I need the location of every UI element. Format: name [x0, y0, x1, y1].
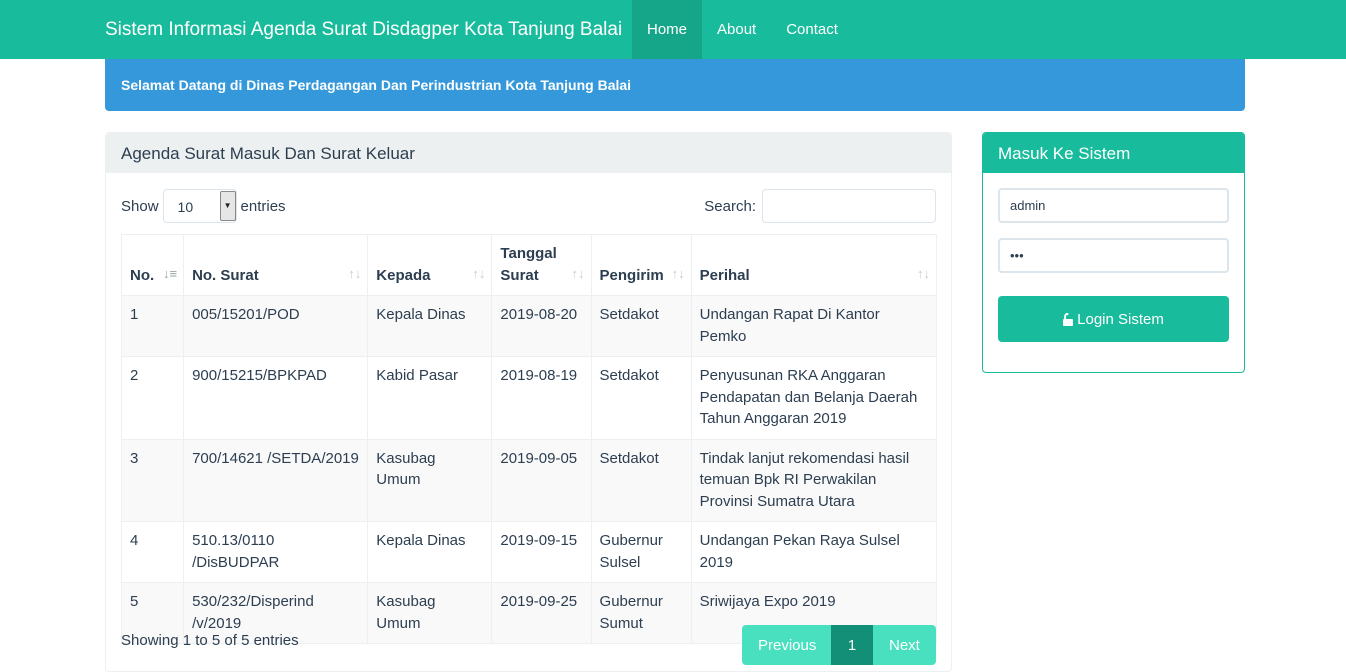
cell-kepada: Kasubag Umum: [367, 438, 493, 522]
col-header-kepada[interactable]: Kepada ↑↓: [367, 234, 493, 296]
cell-no-surat: 005/15201/POD: [183, 295, 369, 357]
col-header-no-surat[interactable]: No. Surat ↑↓: [183, 234, 369, 296]
login-button-label: Login Sistem: [1077, 310, 1164, 328]
nav-contact[interactable]: Contact: [771, 0, 853, 59]
cell-pengirim: Gubernur Sumut: [590, 582, 692, 644]
page-length-value: 10: [177, 199, 194, 215]
col-header-no-label: No.: [130, 266, 155, 284]
cell-tanggal: 2019-09-05: [491, 438, 592, 522]
cell-no: 2: [120, 356, 185, 440]
table-row: 2 900/15215/BPKPAD Kabid Pasar 2019-08-1…: [120, 356, 938, 440]
col-header-perihal[interactable]: Perihal ↑↓: [690, 234, 938, 296]
search-label: Search:: [704, 197, 756, 215]
login-button[interactable]: Login Sistem: [998, 296, 1229, 342]
cell-tanggal: 2019-09-15: [491, 521, 592, 583]
navbar: Sistem Informasi Agenda Surat Disdagper …: [0, 0, 1346, 59]
cell-kepada: Kasubag Umum: [367, 582, 493, 644]
col-header-perihal-label: Perihal: [699, 266, 750, 284]
col-header-pengirim-label: Pengirim: [599, 266, 664, 284]
table-header-row: No. ↓≡ No. Surat ↑↓ Kepada ↑↓ Tanggal Surat…: [120, 234, 938, 296]
cell-pengirim: Gubernur Sulsel: [590, 521, 692, 583]
cell-no: 3: [120, 438, 185, 522]
nav-home[interactable]: Home: [632, 0, 703, 59]
cell-tanggal: 2019-09-25: [491, 582, 592, 644]
sort-icon: ↑↓: [348, 265, 362, 281]
cell-pengirim: Setdakot: [590, 295, 692, 357]
table-row: 3 700/14621 /SETDA/2019 Kasubag Umum 201…: [120, 438, 938, 522]
cell-no: 4: [120, 521, 185, 583]
col-header-tanggal-label: Tanggal Surat: [500, 245, 557, 284]
navbar-brand[interactable]: Sistem Informasi Agenda Surat Disdagper …: [105, 0, 622, 59]
show-label: Show: [121, 197, 159, 215]
cell-tanggal: 2019-08-20: [491, 295, 592, 357]
table-row: 1 005/15201/POD Kepala Dinas 2019-08-20 …: [120, 295, 938, 357]
table-row: 4 510.13/0110 /DisBUDPAR Kepala Dinas 20…: [120, 521, 938, 583]
cell-kepada: Kepala Dinas: [367, 521, 493, 583]
login-panel: Masuk Ke Sistem Login Sistem: [982, 132, 1245, 373]
dropdown-caret-icon[interactable]: ▼: [219, 191, 236, 221]
cell-perihal: Undangan Rapat Di Kantor Pemko: [690, 295, 938, 357]
pagination: Previous 1 Next: [742, 625, 936, 665]
agenda-table: No. ↓≡ No. Surat ↑↓ Kepada ↑↓ Tanggal Surat…: [120, 234, 938, 644]
sort-icon: ↑↓: [571, 265, 585, 281]
sort-asc-icon: ↓≡: [162, 265, 178, 281]
sort-icon: ↑↓: [917, 265, 930, 281]
page-length-select[interactable]: 10 ▼: [162, 189, 237, 223]
password-input[interactable]: [998, 238, 1229, 273]
table-search: Search:: [704, 189, 936, 223]
agenda-panel-title: Agenda Surat Masuk Dan Surat Keluar: [106, 133, 951, 173]
cell-pengirim: Setdakot: [590, 438, 692, 522]
col-header-pengirim[interactable]: Pengirim ↑↓: [590, 234, 692, 296]
cell-kepada: Kepala Dinas: [367, 295, 493, 357]
cell-perihal: Undangan Pekan Raya Sulsel 2019: [690, 521, 938, 583]
sort-icon: ↑↓: [472, 265, 486, 281]
navbar-links: Home About Contact: [632, 0, 853, 59]
col-header-no-surat-label: No. Surat: [192, 266, 259, 284]
login-panel-title: Masuk Ke Sistem: [983, 133, 1244, 173]
col-header-kepada-label: Kepada: [376, 266, 431, 284]
cell-kepada: Kabid Pasar: [367, 356, 493, 440]
search-input[interactable]: [762, 189, 936, 223]
sort-icon: ↑↓: [671, 265, 685, 281]
cell-no: 1: [120, 295, 185, 357]
cell-no-surat: 900/15215/BPKPAD: [183, 356, 369, 440]
username-input[interactable]: [998, 188, 1229, 223]
next-page-button[interactable]: Next: [873, 625, 936, 665]
col-header-tanggal[interactable]: Tanggal Surat ↑↓: [491, 234, 592, 296]
previous-page-button[interactable]: Previous: [742, 625, 831, 665]
page-1-button[interactable]: 1: [831, 625, 873, 665]
entries-label: entries: [240, 197, 286, 215]
cell-no-surat: 700/14621 /SETDA/2019: [183, 438, 369, 522]
unlock-icon: [1063, 312, 1074, 326]
welcome-alert: Selamat Datang di Dinas Perdagangan Dan …: [105, 59, 1245, 111]
col-header-no[interactable]: No. ↓≡: [120, 234, 185, 296]
cell-perihal: Tindak lanjut rekomendasi hasil temuan B…: [690, 438, 938, 522]
cell-pengirim: Setdakot: [590, 356, 692, 440]
table-info: Showing 1 to 5 of 5 entries: [121, 632, 299, 649]
cell-tanggal: 2019-08-19: [491, 356, 592, 440]
nav-about[interactable]: About: [702, 0, 771, 59]
cell-perihal: Penyusunan RKA Anggaran Pendapatan dan B…: [690, 356, 938, 440]
page-length-control: Show 10 ▼ entries: [121, 189, 286, 223]
agenda-panel: Agenda Surat Masuk Dan Surat Keluar Show…: [105, 132, 952, 672]
cell-no-surat: 510.13/0110 /DisBUDPAR: [183, 521, 369, 583]
